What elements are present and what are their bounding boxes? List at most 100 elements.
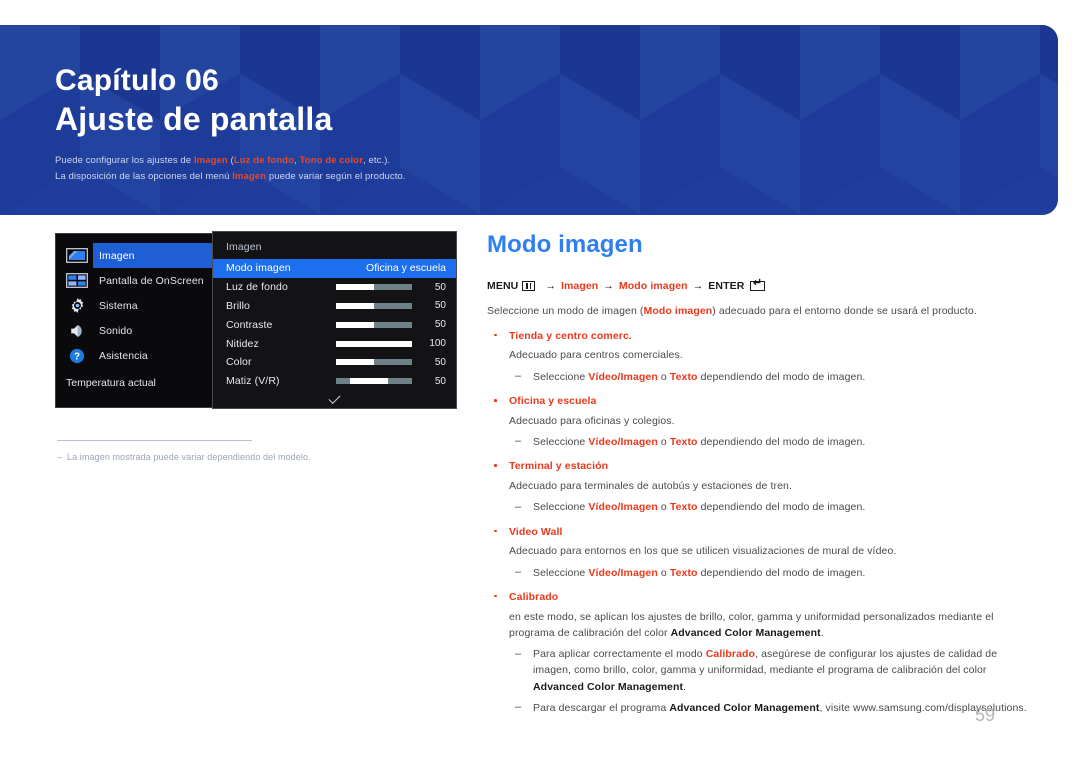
slider-track[interactable] — [336, 378, 412, 385]
slider-fill — [336, 321, 374, 328]
menu-path-breadcrumb: MENU → Imagen → Modo imagen → ENTER — [487, 278, 1032, 293]
mode-name: Oficina y escuela — [509, 394, 597, 407]
slider-track[interactable] — [336, 284, 412, 291]
lead-pre: Seleccione un modo de imagen ( — [487, 305, 644, 318]
sub-post: dependiendo del modo de imagen. — [697, 370, 866, 383]
osd-row-matiz[interactable]: Matiz (V/R) 50 — [213, 372, 456, 391]
slider-track[interactable] — [336, 340, 412, 347]
banner-note: Puede configurar los ajustes de Imagen (… — [55, 153, 1038, 186]
sub-key-1: Vídeo/Imagen — [588, 435, 658, 448]
osd-row-label: Color — [226, 356, 252, 369]
osd-slider-wrap[interactable] — [336, 321, 422, 328]
mode-list: Tienda y centro comerc. Adecuado para ce… — [487, 329, 1032, 717]
osd-detail-rows: Modo imagen Oficina y escuela Luz de fon… — [213, 259, 456, 408]
sub-post: dependiendo del modo de imagen. — [697, 435, 866, 448]
slider-track[interactable] — [336, 359, 412, 366]
sub-pre: Seleccione — [533, 370, 589, 383]
temperature-label: Temperatura actual — [66, 376, 156, 389]
osd-row-modo-imagen[interactable]: Modo imagen Oficina y escuela — [213, 259, 456, 278]
osd-row-color[interactable]: Color 50 — [213, 353, 456, 372]
sidebar-label-sistema: Sistema — [99, 299, 138, 312]
main-content: Modo imagen MENU → Imagen → Modo imagen … — [487, 231, 1032, 717]
mode-description: en este modo, se aplican los ajustes de … — [509, 609, 1032, 642]
sub-pre: Seleccione — [533, 501, 589, 514]
calibrado-subnote-2: Para descargar el programa Advanced Colo… — [509, 699, 1032, 716]
sub-key-2: Texto — [669, 435, 698, 448]
osd-row-label: Brillo — [226, 299, 250, 312]
osd-slider-wrap[interactable] — [336, 378, 422, 385]
chapter-label: Capítulo 06 — [55, 64, 219, 97]
footnote-divider — [57, 440, 252, 441]
note2-key-imagen: Imagen — [232, 171, 267, 183]
sub-post: dependiendo del modo de imagen. — [697, 501, 866, 514]
list-item: Video Wall Adecuado para entornos en los… — [487, 525, 1032, 581]
sub-pre: Seleccione — [533, 566, 589, 579]
svg-text:?: ? — [74, 351, 80, 362]
note1-pre: Puede configurar los ajustes de — [55, 154, 194, 166]
mode-name: Video Wall — [509, 525, 563, 538]
banner-note-line-2: La disposición de las opciones del menú … — [55, 169, 1038, 186]
osd-row-value: Oficina y escuela — [366, 262, 446, 275]
c1-pre: Para aplicar correctamente el modo — [533, 648, 706, 661]
mode-name: Terminal y estación — [509, 460, 609, 473]
gear-icon — [64, 297, 90, 314]
sub-mid: o — [657, 566, 670, 579]
osd-row-luz-de-fondo[interactable]: Luz de fondo 50 — [213, 278, 456, 297]
c2-post: , visite www.samsung.com/displaysolution… — [819, 701, 1027, 714]
note1-key-imagen: Imagen — [193, 154, 228, 166]
sub-pre: Seleccione — [533, 435, 589, 448]
mode-subnote: Seleccione Vídeo/Imagen o Texto dependie… — [509, 499, 1032, 516]
list-item: Terminal y estación Adecuado para termin… — [487, 459, 1032, 516]
osd-row-brillo[interactable]: Brillo 50 — [213, 297, 456, 316]
sub-key-2: Texto — [669, 370, 698, 383]
sidebar-label-sonido: Sonido — [99, 324, 133, 337]
osd-row-label: Modo imagen — [226, 262, 291, 275]
mode-description: Adecuado para entornos en los que se uti… — [509, 545, 897, 558]
osd-detail-title: Imagen — [226, 241, 262, 253]
menu-path-menu-label: MENU — [487, 280, 519, 293]
slider-track[interactable] — [336, 321, 412, 328]
sub-key-1: Vídeo/Imagen — [588, 501, 658, 514]
osd-row-label: Luz de fondo — [226, 281, 288, 294]
calibrado-subnote-1: Para aplicar correctamente el modo Calib… — [509, 646, 1032, 695]
note1-post: , etc.). — [363, 154, 391, 166]
document-page: Capítulo 06 Ajuste de pantalla Puede con… — [0, 0, 1080, 763]
osd-scroll-more[interactable] — [213, 391, 456, 408]
osd-slider-wrap[interactable] — [336, 359, 422, 366]
chevron-down-icon[interactable] — [328, 391, 341, 404]
calibrado-body-post: . — [820, 626, 824, 639]
osd-row-label: Nitidez — [226, 337, 259, 350]
slider-fill — [349, 378, 388, 385]
menu-path-arrow-3: → — [692, 280, 704, 293]
c2-bold: Advanced Color Management — [669, 701, 820, 714]
mode-subnote: Seleccione Vídeo/Imagen o Texto dependie… — [509, 368, 1032, 385]
mode-subnote: Seleccione Vídeo/Imagen o Texto dependie… — [509, 564, 1032, 581]
sidebar-label-pantalla-onscreen: Pantalla de OnScreen — [99, 274, 204, 287]
osd-slider-wrap[interactable] — [336, 302, 422, 309]
menu-path-arrow-1: → — [545, 280, 556, 293]
banner-note-line-1: Puede configurar los ajustes de Imagen (… — [55, 153, 1038, 170]
list-item: Tienda y centro comerc. Adecuado para ce… — [487, 329, 1032, 385]
osd-row-value: 100 — [429, 338, 446, 350]
menu-bars-icon — [522, 281, 536, 292]
osd-row-contraste[interactable]: Contraste 50 — [213, 315, 456, 334]
calibrado-body-bold: Advanced Color Management — [670, 626, 821, 639]
osd-row-nitidez[interactable]: Nitidez 100 — [213, 334, 456, 353]
slider-fill — [336, 359, 374, 366]
osd-slider-wrap[interactable] — [336, 340, 422, 347]
osd-row-value: 50 — [434, 319, 446, 331]
mode-name: Tienda y centro comerc. — [509, 329, 632, 342]
menu-path-step-1: Imagen — [560, 280, 599, 293]
help-icon: ? — [64, 347, 90, 364]
mode-description: Adecuado para terminales de autobús y es… — [509, 479, 792, 492]
footnote-dash: – — [57, 452, 63, 462]
slider-track[interactable] — [336, 302, 412, 309]
osd-slider-wrap[interactable] — [336, 284, 422, 291]
mode-description: Adecuado para centros comerciales. — [509, 349, 683, 362]
slider-fill — [336, 340, 412, 347]
footnote: – La imagen mostrada puede variar dependi… — [57, 452, 457, 462]
osd-row-value: 50 — [434, 356, 446, 368]
sub-post: dependiendo del modo de imagen. — [697, 566, 866, 579]
speaker-icon — [64, 322, 90, 339]
osd-screenshot: Imagen Pantalla de OnScreen Sistema Soni… — [55, 231, 457, 413]
